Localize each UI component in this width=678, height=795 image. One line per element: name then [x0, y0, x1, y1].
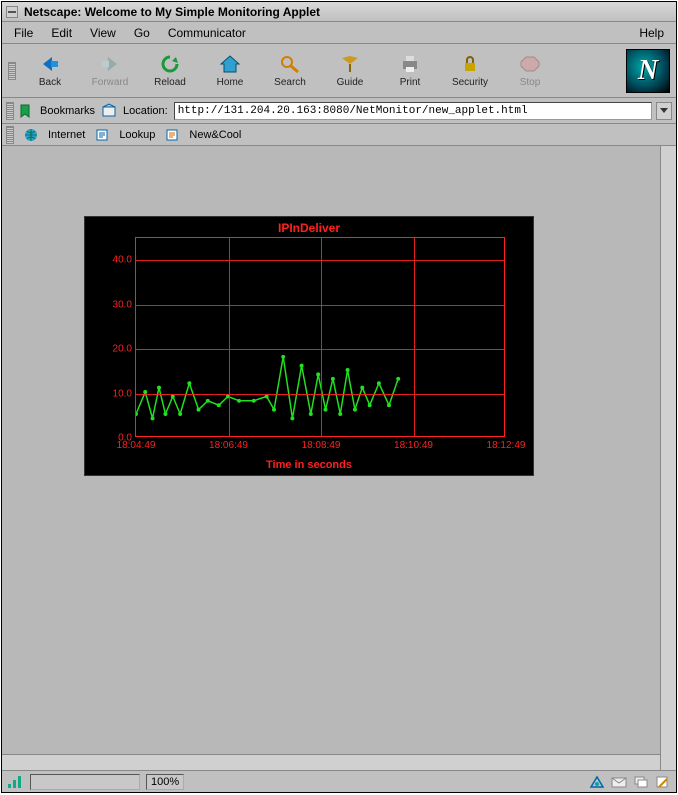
reload-button[interactable]: Reload [144, 47, 196, 95]
security-button[interactable]: Security [444, 47, 496, 95]
window-title: Netscape: Welcome to My Simple Monitorin… [24, 5, 320, 19]
security-label: Security [452, 77, 488, 88]
chart-xtick: 18:06:49 [209, 440, 248, 451]
navigator-icon[interactable] [588, 774, 606, 790]
stop-label: Stop [520, 77, 541, 88]
chart-xtick: 18:10:49 [394, 440, 433, 451]
url-input[interactable] [174, 102, 652, 120]
composer-icon[interactable] [654, 774, 672, 790]
bookmarks-label[interactable]: Bookmarks [40, 105, 95, 117]
search-label: Search [274, 77, 306, 88]
component-bar [588, 774, 672, 790]
discussions-icon[interactable] [632, 774, 650, 790]
chart-xtick: 18:12:49 [487, 440, 526, 451]
chart-ytick: 10.0 [113, 388, 132, 399]
chart-ytick: 30.0 [113, 299, 132, 310]
newcool-icon[interactable] [165, 128, 179, 142]
chart-xtick: 18:04:49 [117, 440, 156, 451]
search-icon [277, 53, 303, 75]
menu-view[interactable]: View [82, 24, 124, 42]
lookup-icon[interactable] [95, 128, 109, 142]
status-bar: 100% [2, 770, 676, 792]
internet-link[interactable]: Internet [48, 129, 85, 141]
stop-button[interactable]: Stop [504, 47, 556, 95]
chart-line-series [136, 238, 504, 436]
locbar-grip[interactable] [6, 102, 14, 120]
chart-ytick: 20.0 [113, 344, 132, 355]
home-icon [217, 53, 243, 75]
content-area: IPInDeliver 0.010.020.030.040.018:04:491… [2, 146, 676, 770]
search-button[interactable]: Search [264, 47, 316, 95]
internet-icon[interactable] [24, 128, 38, 142]
mailbox-icon[interactable] [610, 774, 628, 790]
toolbar: Back Forward Reload Home Search Guide Pr… [2, 44, 676, 98]
chart-title: IPInDeliver [85, 217, 533, 235]
netscape-logo: N [626, 49, 670, 93]
menu-file[interactable]: File [6, 24, 41, 42]
chart-plot-area: 0.010.020.030.040.018:04:4918:06:4918:08… [135, 237, 505, 437]
linksbar-grip[interactable] [6, 126, 14, 144]
forward-button[interactable]: Forward [84, 47, 136, 95]
toolbar-grip[interactable] [8, 62, 16, 80]
status-progress [30, 774, 140, 790]
menu-edit[interactable]: Edit [43, 24, 80, 42]
vertical-scrollbar[interactable] [660, 146, 676, 770]
stop-icon [517, 53, 543, 75]
back-icon [37, 53, 63, 75]
browser-window: Netscape: Welcome to My Simple Monitorin… [1, 1, 677, 793]
forward-icon [97, 53, 123, 75]
title-bar: Netscape: Welcome to My Simple Monitorin… [2, 2, 676, 22]
url-history-dropdown[interactable] [656, 102, 672, 120]
newcool-link[interactable]: New&Cool [189, 129, 241, 141]
guide-button[interactable]: Guide [324, 47, 376, 95]
lookup-link[interactable]: Lookup [119, 129, 155, 141]
print-icon [397, 53, 423, 75]
menu-communicator[interactable]: Communicator [160, 24, 254, 42]
menu-go[interactable]: Go [126, 24, 158, 42]
chart-ytick: 40.0 [113, 255, 132, 266]
reload-label: Reload [154, 77, 186, 88]
location-label: Location: [123, 105, 168, 117]
home-button[interactable]: Home [204, 47, 256, 95]
lock-icon [457, 53, 483, 75]
status-signal-icon [6, 774, 24, 790]
forward-label: Forward [92, 77, 129, 88]
chart-xtick: 18:08:49 [302, 440, 341, 451]
location-icon [101, 103, 117, 119]
bookmarks-icon[interactable] [18, 103, 34, 119]
back-label: Back [39, 77, 61, 88]
location-bar: Bookmarks Location: [2, 98, 676, 124]
print-label: Print [400, 77, 421, 88]
window-menu-button[interactable] [6, 6, 18, 18]
reload-icon [157, 53, 183, 75]
menu-help[interactable]: Help [631, 24, 672, 42]
chart-xlabel: Time in seconds [85, 459, 533, 471]
status-percent: 100% [146, 774, 184, 790]
menu-bar: File Edit View Go Communicator Help [2, 22, 676, 44]
guide-label: Guide [337, 77, 364, 88]
print-button[interactable]: Print [384, 47, 436, 95]
guide-icon [337, 53, 363, 75]
horizontal-scrollbar[interactable] [2, 754, 660, 770]
personal-toolbar: Internet Lookup New&Cool [2, 124, 676, 146]
home-label: Home [217, 77, 244, 88]
back-button[interactable]: Back [24, 47, 76, 95]
monitoring-chart: IPInDeliver 0.010.020.030.040.018:04:491… [84, 216, 534, 476]
